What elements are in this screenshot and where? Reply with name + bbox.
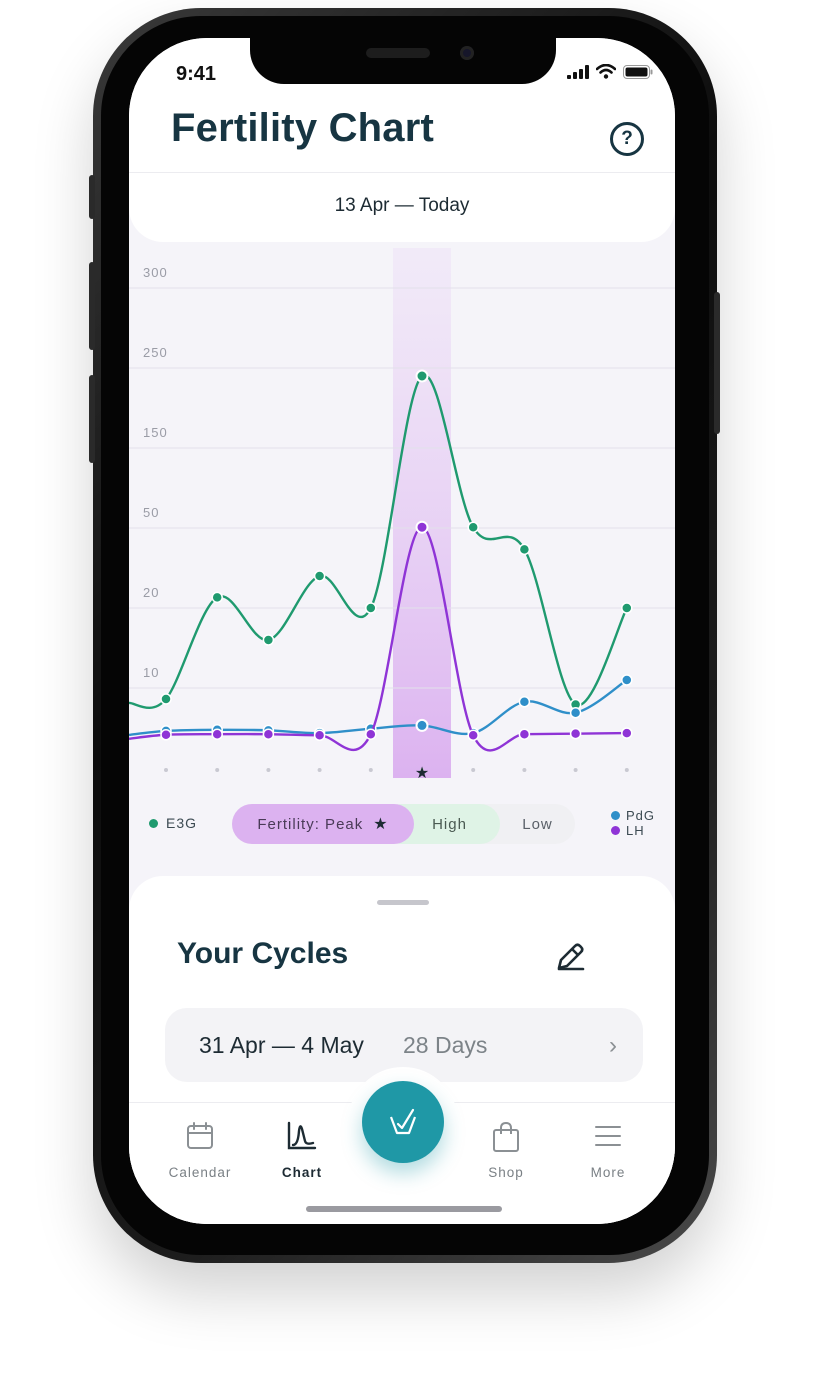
lh-point: [621, 727, 633, 739]
home-indicator: [306, 1206, 502, 1212]
e3g-point: [211, 591, 223, 604]
tab-chart[interactable]: Chart: [257, 1121, 347, 1180]
lh-point: [211, 728, 223, 740]
calendar-icon: [187, 1122, 213, 1149]
e3g-dot-icon: [149, 818, 158, 828]
e3g-point: [313, 570, 326, 582]
lh-point: [415, 520, 429, 534]
cycles-title: Your Cycles: [177, 937, 349, 970]
fertility-peak-label: Fertility: Peak: [257, 815, 364, 833]
e3g-point: [467, 521, 479, 533]
header-divider: [129, 172, 675, 173]
volume-down-button: [89, 375, 95, 463]
pdg-dot-icon: [611, 811, 620, 820]
mute-switch: [89, 175, 95, 219]
x-tick-dot: [164, 768, 168, 772]
tab-shop[interactable]: Shop: [461, 1121, 551, 1180]
test-check-icon: [389, 1108, 417, 1135]
e3g-point: [365, 602, 377, 614]
x-tick-dot: [368, 768, 373, 772]
shop-bag-icon: [493, 1121, 519, 1152]
legend-e3g-label: E3G: [166, 815, 198, 831]
lh-point: [160, 729, 172, 741]
y-tick-label: 50: [143, 505, 159, 520]
peak-star-icon: ★: [415, 763, 429, 778]
signal-icon: [567, 64, 589, 79]
pdg-point: [518, 696, 531, 708]
y-tick-label: 10: [143, 665, 159, 680]
fertility-low-label: Low: [522, 815, 553, 833]
volume-up-button: [89, 262, 95, 350]
legend-pdg-lh: PdG LH: [611, 808, 655, 838]
legend-pdg: PdG: [611, 808, 655, 823]
tab-more[interactable]: More: [563, 1121, 653, 1180]
page-title: Fertility Chart: [171, 106, 435, 150]
e3g-point: [160, 693, 172, 705]
battery-icon: [623, 64, 653, 79]
lh-point: [262, 728, 275, 740]
fertility-peak-pill: Fertility: Peak ★: [232, 804, 414, 844]
tab-shop-label: Shop: [488, 1165, 524, 1180]
x-tick-dot: [471, 768, 476, 772]
cycle-date-range: 31 Apr — 4 May: [199, 1032, 364, 1058]
cycle-length: 28 Days: [403, 1032, 488, 1058]
x-tick-dot: [317, 768, 322, 772]
x-tick-dot: [266, 768, 271, 772]
status-icons: [567, 64, 653, 79]
e3g-point: [262, 634, 275, 646]
legend-lh: LH: [611, 823, 645, 838]
pdg-point: [621, 674, 633, 686]
tab-chart-label: Chart: [281, 1165, 323, 1180]
sheet-drag-handle[interactable]: [377, 900, 429, 905]
e3g-series-line: [129, 374, 628, 710]
star-icon: ★: [373, 816, 389, 833]
pencil-icon[interactable]: [553, 940, 587, 974]
e3g-point: [518, 543, 531, 556]
legend-lh-label: LH: [626, 823, 645, 838]
pdg-point: [569, 707, 582, 719]
e3g-point: [415, 369, 429, 383]
x-tick-dot: [624, 768, 629, 772]
e3g-point: [621, 602, 633, 614]
date-range-selector[interactable]: 13 Apr — Today: [129, 195, 675, 217]
status-time: 9:41: [176, 63, 217, 85]
menu-icon: [595, 1126, 621, 1146]
lh-dot-icon: [611, 826, 620, 835]
y-tick-label: 250: [143, 345, 168, 360]
lh-point: [569, 727, 582, 740]
y-tick-label: 20: [143, 585, 159, 600]
fertility-low-pill: Low: [500, 804, 575, 844]
wifi-icon: [596, 64, 616, 79]
lh-point: [518, 728, 531, 740]
pdg-point: [415, 718, 429, 732]
log-test-button[interactable]: [362, 1081, 444, 1163]
speaker: [366, 48, 430, 58]
legend-e3g: E3G: [149, 815, 197, 831]
peak-day-highlight: [393, 248, 451, 778]
x-tick-dot: [522, 768, 527, 772]
notch: [250, 38, 556, 84]
app-screen: Fertility Chart ? 13 Apr — Today 9:41 30…: [129, 38, 675, 1224]
lh-point: [365, 728, 377, 740]
tab-calendar[interactable]: Calendar: [155, 1121, 245, 1180]
help-button[interactable]: ?: [610, 122, 644, 156]
y-tick-label: 150: [143, 425, 168, 440]
y-tick-label: 300: [143, 265, 168, 280]
x-tick-dot: [215, 768, 220, 772]
chevron-right-icon: ›: [609, 1032, 617, 1059]
fertility-high-pill: High: [399, 804, 500, 844]
power-button: [714, 292, 720, 434]
lh-point: [467, 729, 479, 742]
fertility-high-label: High: [432, 815, 467, 833]
legend-pdg-label: PdG: [626, 808, 656, 823]
chart-icon: [287, 1121, 317, 1150]
tab-more-label: More: [590, 1165, 626, 1180]
fertility-chart[interactable]: 3002501505020109101112131415161718★: [129, 248, 675, 778]
front-camera: [460, 46, 474, 60]
lh-point: [313, 729, 326, 742]
tab-calendar-label: Calendar: [168, 1165, 232, 1180]
x-tick-dot: [573, 768, 578, 772]
